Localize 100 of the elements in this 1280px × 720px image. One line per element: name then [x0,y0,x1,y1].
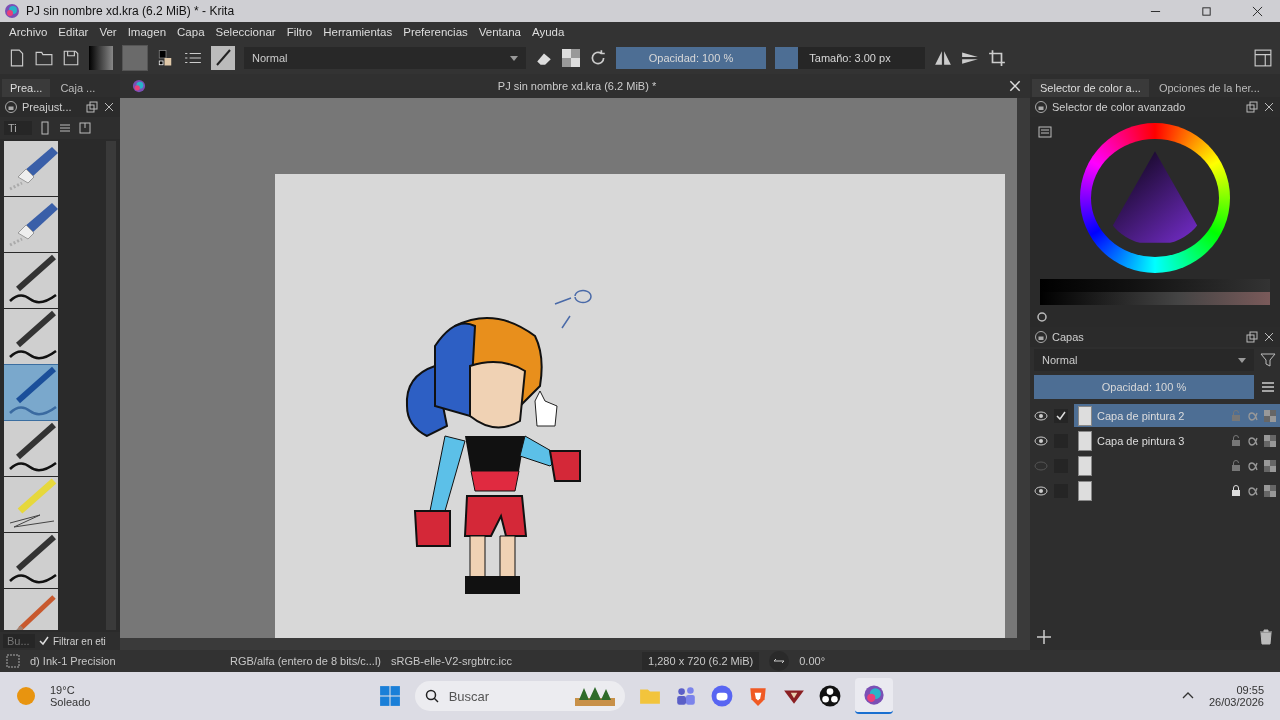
color-value-bar[interactable] [1040,279,1270,305]
menu-item[interactable]: Ventana [478,26,521,38]
windows-start-icon[interactable] [378,685,401,707]
float-icon[interactable] [1246,101,1258,113]
size-slider[interactable]: Tamaño: 3.00 px [775,47,925,69]
layer-opacity-slider[interactable]: Opacidad: 100 % [1034,375,1254,399]
taskbar-app-button[interactable] [854,678,893,714]
opacity-slider[interactable]: Opacidad: 100 % [616,47,766,69]
menu-item[interactable]: Preferencias [403,26,468,38]
alpha-lock-icon[interactable] [1247,434,1259,447]
mirror-vertical-icon[interactable] [961,49,979,67]
docker-tab[interactable]: Prea... [2,79,51,97]
menu-item[interactable]: Archivo [9,26,48,38]
temperature-text[interactable]: 19°C [50,684,91,696]
people-icon[interactable] [674,685,697,707]
phone-icon[interactable] [38,121,52,135]
lock-icon[interactable] [5,101,17,113]
layer-thumbnail [1078,405,1092,426]
date-text[interactable]: 26/03/2026 [1208,696,1264,708]
eye-icon[interactable] [1034,483,1048,498]
scrollbar[interactable] [1017,98,1030,638]
layer-blend-dropdown[interactable]: Normal [1034,349,1254,371]
crop-icon[interactable] [988,49,1006,67]
rotation-text: 0.00° [799,655,826,667]
checker-icon[interactable] [1264,409,1276,422]
reload-icon[interactable] [589,49,607,67]
menu-item[interactable]: Ver [99,26,117,38]
brush-preset[interactable] [4,197,58,252]
add-icon[interactable] [1036,629,1052,645]
app-logo-icon [862,684,885,706]
scrollbar[interactable] [120,638,1030,650]
taskbar-search-field[interactable]: Buscar [414,681,625,711]
canvas-page[interactable] [275,174,1005,638]
float-icon[interactable] [1246,331,1258,343]
document-tab[interactable]: PJ sin nombre xd.kra (6.2 MiB) * [154,80,1000,92]
color-space-text: RGB/alfa (entero de 8 bits/c...l) [230,655,381,667]
trash-icon[interactable] [1258,629,1274,645]
maximize-icon[interactable] [1201,5,1212,17]
menu-item[interactable]: Ayuda [532,26,565,38]
close-icon[interactable] [103,101,115,113]
filter-checkbox[interactable] [39,636,49,646]
checker-icon[interactable] [1264,484,1276,497]
layer-thumbnail [1078,480,1092,501]
weather-text[interactable]: Soleado [50,696,91,708]
brush-preset[interactable] [4,533,58,588]
layer-checkbox[interactable] [1054,408,1068,423]
workspace-icon[interactable] [1254,49,1272,67]
time-text[interactable]: 09:55 [1236,684,1264,696]
record-circle-icon[interactable] [818,685,841,707]
image-size-text: 1,280 x 720 (6.2 MiB) [642,652,760,670]
pattern-swatch[interactable] [122,45,148,71]
menu-item[interactable]: Editar [58,26,89,38]
lock-icon[interactable] [1230,484,1242,497]
brush-name: d) Ink-1 Precision [30,655,117,667]
gradient-swatch[interactable] [89,46,113,70]
settings-icon[interactable] [1038,125,1052,139]
brush-preset[interactable] [4,421,58,476]
menu-item[interactable]: Herramientas [323,26,393,38]
tag-dropdown[interactable]: Ti [4,121,32,135]
filter-icon[interactable] [1260,352,1276,368]
brush-preset[interactable] [4,141,58,196]
checker-icon[interactable] [1264,459,1276,472]
lock-icon[interactable] [1035,331,1047,343]
brush-preset[interactable] [4,253,58,308]
blend-mode-dropdown[interactable]: Normal [244,47,526,69]
rotation-icon[interactable] [769,651,790,671]
alpha-lock-icon[interactable] [1247,459,1259,472]
lock-icon[interactable] [1035,101,1047,113]
brush-preset[interactable] [4,309,58,364]
search-field[interactable]: Bu... [3,634,35,648]
menu-item[interactable]: Capa [177,26,205,38]
close-icon[interactable] [1252,5,1263,17]
bookmark-icon[interactable] [78,121,92,135]
app-logo-icon [4,3,20,19]
new-document-icon[interactable] [8,49,26,67]
search-field[interactable]: Buscar [446,687,567,705]
checker-icon[interactable] [562,49,580,67]
menu-icon[interactable] [1260,379,1276,395]
refresh-icon[interactable] [1036,311,1048,323]
close-icon[interactable] [1263,101,1275,113]
menu-item[interactable]: Filtro [286,26,313,38]
checker-icon[interactable] [1264,434,1276,447]
eye-icon[interactable] [1034,433,1048,448]
close-icon[interactable] [1263,331,1275,343]
eye-icon[interactable] [1034,408,1048,423]
save-icon[interactable] [62,49,80,67]
layer-row[interactable]: Capa de pintura 2 [1074,404,1280,427]
docker-tab[interactable]: Opciones de la her... [1150,79,1268,97]
menu-item[interactable]: Seleccionar [215,26,276,38]
layer-row[interactable]: Capa de pintura 3 [1074,429,1280,452]
selection-icon[interactable] [6,654,20,668]
chat-bubble-icon[interactable] [710,685,733,707]
docker-tab[interactable]: Caja ... [52,79,104,97]
mirror-horizontal-icon[interactable] [934,49,952,67]
folder-icon[interactable] [35,49,53,67]
float-icon[interactable] [86,101,98,113]
menu-item[interactable]: Imagen [127,26,167,38]
docker-tab[interactable]: Selector de color a... [1032,79,1149,97]
brush-preset-icon[interactable] [211,46,235,70]
alpha-lock-icon[interactable] [1247,484,1259,497]
